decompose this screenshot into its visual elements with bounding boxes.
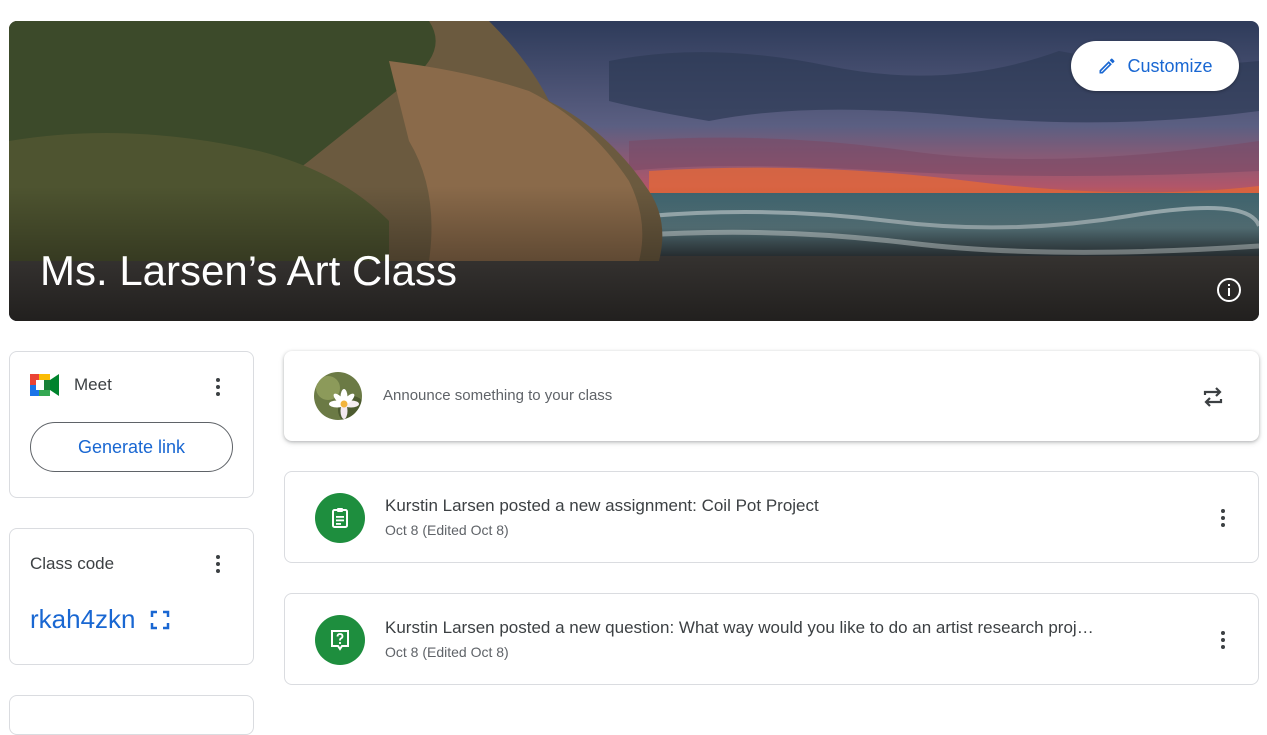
stream-post[interactable]: Kurstin Larsen posted a new question: Wh… xyxy=(284,593,1259,685)
customize-button[interactable]: Customize xyxy=(1071,41,1239,91)
class-code-label: Class code xyxy=(30,554,115,573)
meet-more-icon[interactable] xyxy=(206,375,230,399)
google-meet-icon xyxy=(30,374,59,396)
stream-post[interactable]: Kurstin Larsen posted a new assignment: … xyxy=(284,471,1259,563)
fullscreen-icon[interactable] xyxy=(150,610,170,630)
post-title[interactable]: Kurstin Larsen posted a new assignment: … xyxy=(385,496,819,516)
pencil-icon xyxy=(1099,58,1115,74)
assignment-icon xyxy=(315,493,365,543)
class-code-more-icon[interactable] xyxy=(206,552,230,576)
meet-card: Meet Generate link xyxy=(9,351,254,498)
question-icon xyxy=(315,615,365,665)
post-date: Oct 8 (Edited Oct 8) xyxy=(385,522,509,538)
meet-label: Meet xyxy=(74,375,112,394)
class-code-value: rkah4zkn xyxy=(30,604,136,634)
class-title: Ms. Larsen’s Art Class xyxy=(40,247,458,294)
customize-label: Customize xyxy=(1127,55,1213,76)
repost-icon[interactable] xyxy=(1199,383,1227,411)
class-banner: Ms. Larsen’s Art Class Customize xyxy=(9,21,1259,321)
avatar xyxy=(314,372,362,420)
upcoming-card xyxy=(9,695,254,735)
generate-link-button[interactable]: Generate link xyxy=(30,422,233,472)
info-icon[interactable] xyxy=(1215,276,1243,304)
post-more-icon[interactable] xyxy=(1211,628,1235,652)
post-date: Oct 8 (Edited Oct 8) xyxy=(385,644,509,660)
class-code-card: Class code rkah4zkn xyxy=(9,528,254,665)
post-title[interactable]: Kurstin Larsen posted a new question: Wh… xyxy=(385,618,1094,638)
announce-input[interactable]: Announce something to your class xyxy=(383,387,612,404)
post-more-icon[interactable] xyxy=(1211,506,1235,530)
announce-box[interactable]: Announce something to your class xyxy=(284,351,1259,441)
